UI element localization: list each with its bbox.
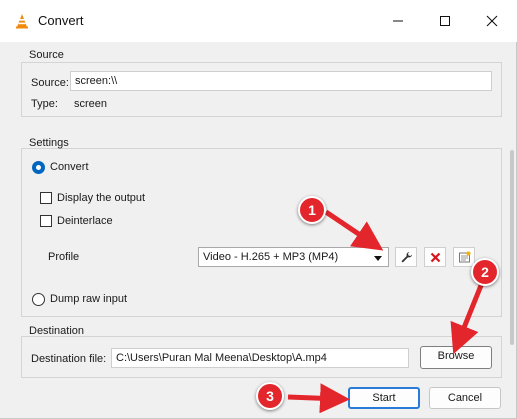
- convert-dialog: Convert Source Source: screen:\\ Type: s…: [0, 0, 517, 419]
- annotation-arrows: [287, 209, 485, 414]
- annotation-badge-2: 2: [471, 258, 499, 286]
- annotation-badge-1: 1: [298, 196, 326, 224]
- arrow-1: [324, 209, 384, 251]
- arrow-2: [450, 282, 485, 355]
- arrow-3: [287, 383, 350, 414]
- annotation-badge-3: 3: [256, 382, 284, 410]
